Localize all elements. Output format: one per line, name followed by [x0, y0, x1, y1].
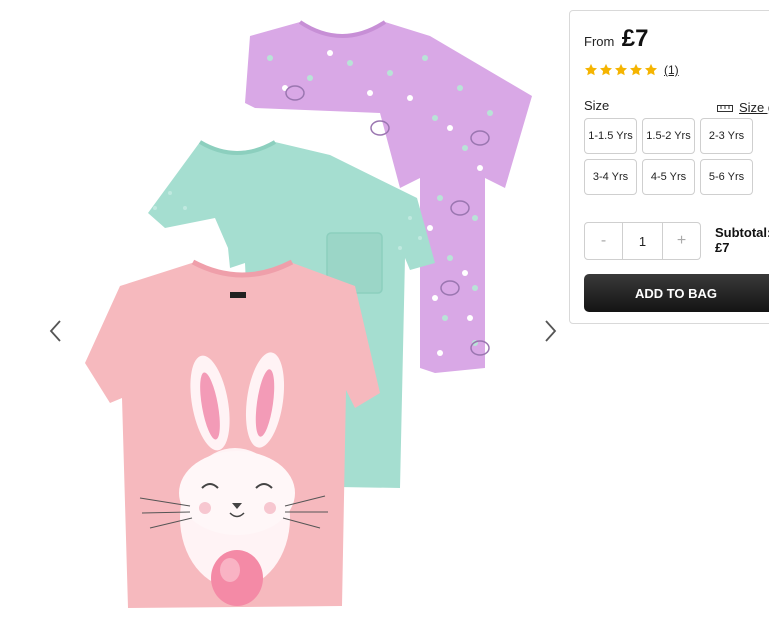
subtotal: Subtotal: £7: [715, 225, 769, 255]
size-guide-label: Size guide: [739, 100, 769, 115]
size-option[interactable]: 2-3 Yrs: [700, 118, 753, 154]
quantity-increase-button[interactable]: +: [663, 223, 700, 259]
size-option[interactable]: 4-5 Yrs: [642, 159, 695, 195]
star-icon: [599, 63, 613, 76]
pink-tshirt-image: [85, 259, 380, 608]
price: From £7: [584, 25, 649, 53]
size-guide-link[interactable]: Size guide: [717, 100, 769, 115]
quantity-input[interactable]: [622, 223, 663, 259]
price-value: £7: [621, 25, 649, 52]
ruler-icon: [717, 104, 733, 112]
purchase-panel: From £7 (1) Size Size guide 1-1.5 Yrs 1.…: [569, 10, 769, 324]
star-icon: [584, 63, 598, 76]
star-icon: [629, 63, 643, 76]
gallery-prev-button[interactable]: [46, 316, 66, 346]
chevron-left-icon: [49, 320, 61, 342]
size-option[interactable]: 1-1.5 Yrs: [584, 118, 637, 154]
star-icon: [644, 63, 658, 76]
star-rating: [584, 63, 659, 77]
product-image-gallery: [0, 0, 570, 622]
size-option[interactable]: 5-6 Yrs: [700, 159, 753, 195]
subtotal-value: £7: [715, 240, 730, 255]
size-option[interactable]: 3-4 Yrs: [584, 159, 637, 195]
size-label: Size: [584, 98, 610, 113]
quantity-decrease-button[interactable]: -: [585, 223, 622, 259]
chevron-right-icon: [545, 320, 557, 342]
price-from-label: From: [584, 34, 615, 49]
product-image: [85, 20, 532, 608]
size-options: 1-1.5 Yrs 1.5-2 Yrs 2-3 Yrs 3-4 Yrs 4-5 …: [584, 118, 753, 195]
gallery-next-button[interactable]: [540, 316, 560, 346]
rating: (1): [584, 63, 679, 77]
star-icon: [614, 63, 628, 76]
review-count-link[interactable]: (1): [664, 63, 679, 77]
quantity-stepper: - +: [584, 222, 701, 260]
subtotal-label: Subtotal:: [715, 225, 769, 240]
size-option[interactable]: 1.5-2 Yrs: [642, 118, 695, 154]
add-to-bag-button[interactable]: ADD TO BAG: [584, 274, 769, 312]
